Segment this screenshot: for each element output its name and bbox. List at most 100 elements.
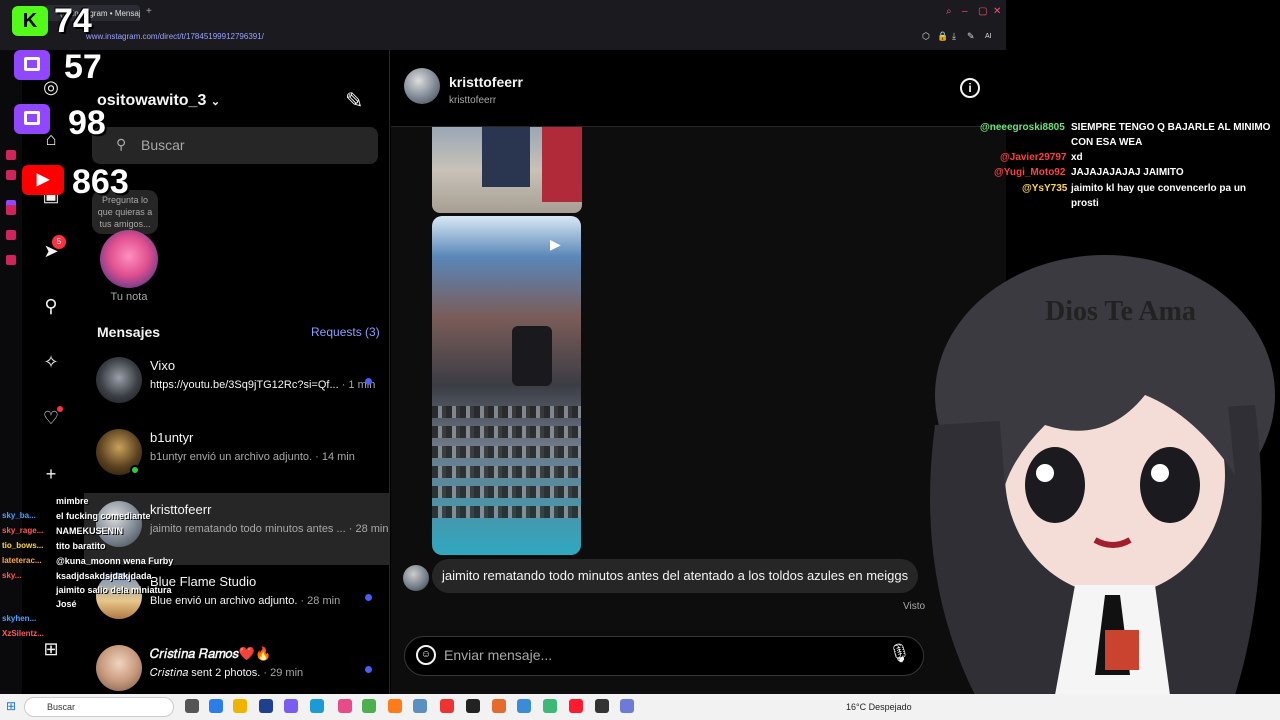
conversation-item[interactable]: b1untyr b1untyr envió un archivo adjunto… (84, 421, 390, 493)
app-icon[interactable] (310, 699, 324, 713)
preview-time: · 28 min (348, 523, 389, 535)
stream-chat-message: JAJAJAJAJAJ JAIMITO (1071, 167, 1184, 178)
stream-chat-username: sky_rage... (2, 526, 44, 535)
stream-chat-message: NAMEKUSENIN (56, 526, 124, 536)
message-input[interactable] (444, 647, 864, 663)
sidebar-app-icon[interactable] (6, 255, 16, 265)
twitch-icon (14, 50, 50, 80)
preview-text: Blue envió un archivo adjunto. (150, 595, 298, 607)
search-icon[interactable]: ⌕ (946, 6, 952, 17)
info-icon[interactable]: i (960, 78, 980, 98)
explore-icon[interactable]: ✧ (40, 351, 62, 373)
new-tab-icon[interactable]: + (146, 6, 152, 17)
avatar (96, 645, 142, 691)
twitch-count: 98 (68, 104, 106, 142)
account-switcher[interactable]: ositowawito_3 ⌄ (97, 92, 220, 110)
sidebar-app-icon[interactable] (6, 170, 16, 180)
stream-chat-message: xd (1071, 152, 1083, 163)
download-icon[interactable]: ⤓ (952, 31, 956, 42)
note-avatar[interactable] (100, 230, 158, 288)
app-icon[interactable] (543, 699, 557, 713)
task-view-icon[interactable] (185, 699, 199, 713)
brush-icon[interactable]: ✎ (967, 31, 975, 42)
address-bar[interactable]: www.instagram.com/direct/t/1784519991279… (86, 32, 264, 41)
online-indicator (130, 465, 140, 475)
stream-chat-username: tio_bows... (2, 541, 44, 550)
windows-start-icon[interactable]: ⊞ (6, 699, 16, 713)
app-icon[interactable] (338, 699, 352, 713)
shared-image[interactable] (432, 127, 582, 213)
play-icon[interactable]: ▶ (550, 236, 561, 253)
more-icon[interactable]: ⊞ (40, 638, 62, 660)
conversation-preview: 𝐶𝑟𝑖𝑠𝑡𝑖𝑛𝑎 sent 2 photos. · 29 min (150, 667, 303, 680)
notification-badge: 5 (52, 235, 66, 249)
vtuber-avatar: Dios Te Ama (930, 255, 1275, 695)
sidebar-app-icon[interactable] (6, 230, 16, 240)
message-avatar (403, 565, 429, 591)
vscode-icon[interactable] (259, 699, 273, 713)
stream-chat-message: SIEMPRE TENGO Q BAJARLE AL MINIMO (1071, 122, 1271, 133)
stream-chat-message: ksadjdsakdsjdakjdada (56, 571, 152, 581)
taskbar-search[interactable]: Buscar (24, 697, 174, 717)
browser-sidebar (0, 50, 22, 694)
search-icon[interactable]: ⚲ (40, 295, 62, 317)
opera-icon[interactable] (569, 699, 583, 713)
edge-icon[interactable] (209, 699, 223, 713)
weather-widget[interactable]: 16°C Despejado (846, 702, 912, 712)
avatar (96, 357, 142, 403)
minimize-icon[interactable]: – (962, 6, 968, 17)
youtube-count: 863 (72, 163, 129, 201)
file-explorer-icon[interactable] (233, 699, 247, 713)
app-icon[interactable] (595, 699, 609, 713)
stream-chat-username: @Yugi_Moto92 (994, 167, 1066, 178)
chat-avatar[interactable] (404, 68, 440, 104)
emoji-icon[interactable]: ☺ (416, 645, 436, 665)
search-input[interactable] (141, 137, 341, 153)
stream-chat-message: el fucking comediante (56, 511, 151, 521)
preview-text: b1untyr envió un archivo adjunto. (150, 451, 313, 463)
conversation-preview: b1untyr envió un archivo adjunto. · 14 m… (150, 451, 355, 463)
conversation-item[interactable]: 𝐶𝑟𝑖𝑠𝑡𝑖𝑛𝑎 𝑅𝑎𝑚𝑜𝑠❤️🔥 𝐶𝑟𝑖𝑠𝑡𝑖𝑛𝑎 sent 2 photos… (84, 637, 390, 694)
app-icon[interactable] (284, 699, 298, 713)
stream-chat-username: XzSilentz... (2, 629, 44, 638)
chrome-icon[interactable] (440, 699, 454, 713)
obs-icon[interactable] (466, 699, 480, 713)
preview-time: · 28 min (300, 595, 341, 607)
extension-icon[interactable]: ⬡ (922, 31, 930, 42)
requests-link[interactable]: Requests (3) (311, 325, 380, 339)
notification-dot (57, 406, 63, 412)
chat-name[interactable]: kristtofeerr (449, 74, 523, 90)
sidebar-app-icon[interactable] (6, 150, 16, 160)
firefox-icon[interactable] (388, 699, 402, 713)
app-icon[interactable] (362, 699, 376, 713)
preview-text: jaimito rematando todo minutos antes ... (150, 523, 346, 535)
person-figure (482, 127, 530, 187)
maximize-icon[interactable]: ▢ (978, 6, 987, 17)
app-icon[interactable] (517, 699, 531, 713)
create-icon[interactable]: + (40, 463, 62, 485)
twitch-icon (14, 104, 50, 134)
sidebar-app-icon[interactable] (6, 205, 16, 215)
ai-button[interactable]: AI (985, 33, 992, 40)
app-icon[interactable] (413, 699, 427, 713)
stream-chat-username: @YsY735 (1022, 183, 1068, 194)
person-figure (512, 326, 552, 386)
app-icon[interactable] (492, 699, 506, 713)
shared-video[interactable]: ▶ (432, 216, 581, 555)
compose-icon[interactable]: ✎ (345, 88, 363, 114)
stream-chat-message: jaimito salio dela miniatura (56, 585, 172, 595)
twitch-count: 57 (64, 48, 102, 86)
stream-chat-message: José (56, 599, 77, 609)
conversation-item[interactable]: Vixo https://youtu.be/3Sq9jTG12Rc?si=Qf.… (84, 349, 390, 421)
hat-text: Dios Te Ama (1045, 296, 1196, 327)
message-bubble[interactable]: jaimito rematando todo minutos antes del… (432, 559, 919, 593)
red-bag (542, 127, 582, 202)
unread-dot (365, 594, 372, 601)
conversation-item-active[interactable]: kristtofeerr jaimito rematando todo minu… (84, 493, 390, 565)
conversation-name: kristtofeerr (150, 502, 212, 517)
close-icon[interactable]: ✕ (993, 6, 1001, 17)
conversation-name: 𝐶𝑟𝑖𝑠𝑡𝑖𝑛𝑎 𝑅𝑎𝑚𝑜𝑠❤️🔥 (150, 646, 272, 661)
app-icon[interactable] (620, 699, 634, 713)
lock-icon[interactable]: 🔒 (937, 31, 948, 42)
unread-dot (365, 378, 372, 385)
